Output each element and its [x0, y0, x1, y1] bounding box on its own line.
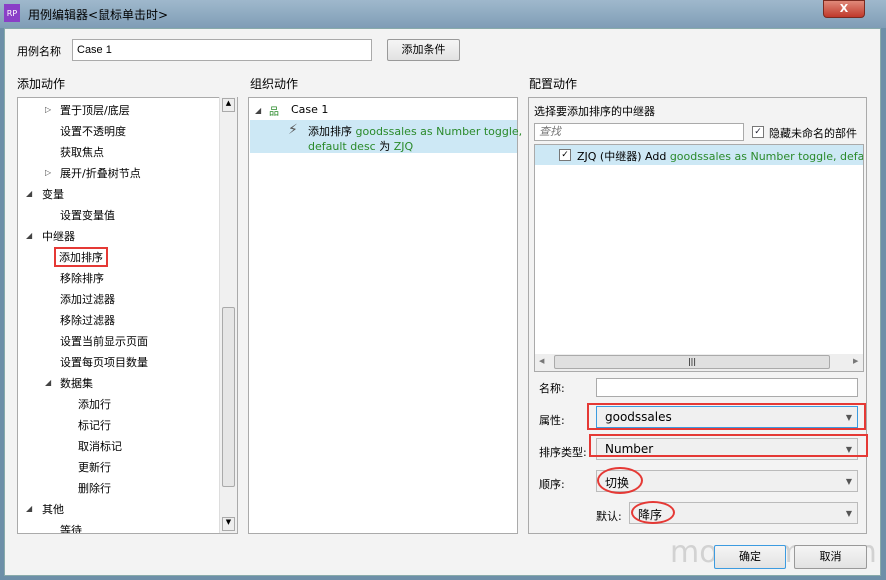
highlight-oval	[597, 467, 643, 494]
sort-type-label: 排序类型:	[539, 446, 587, 459]
repeater-heading: 选择要添加排序的中继器	[534, 105, 655, 118]
action-detail: goodssales as Number toggle,	[355, 125, 523, 138]
window-title: 用例编辑器<鼠标单击时>	[28, 8, 169, 22]
collapse-icon[interactable]: ◢	[26, 504, 32, 513]
horizontal-scrollbar[interactable]: ◀ ||| ▶	[535, 354, 863, 371]
expand-icon[interactable]: ▷	[45, 168, 51, 177]
tree-item[interactable]: 添加排序	[54, 247, 108, 267]
action-detail-2: default desc	[308, 140, 376, 153]
expand-icon[interactable]: ◢	[255, 106, 261, 115]
collapse-icon[interactable]: ◢	[26, 189, 32, 198]
repeater-checkbox[interactable]: ✓	[559, 149, 571, 161]
tree-item[interactable]: 标记行	[78, 417, 111, 433]
search-input[interactable]	[534, 123, 744, 141]
property-label: 属性:	[539, 414, 565, 427]
scroll-right-icon[interactable]: ▶	[853, 357, 858, 365]
action-tree: ▷ 置于顶层/底层 设置不透明度 获取焦点 ▷ 展开/折叠树节点 ◢ 变量设置变量值 ◢ 中继器添…	[17, 97, 238, 534]
case-editor-dialog: 用例名称 添加条件 添加动作 组织动作 配置动作 ▷ 置于顶层/底层设置不透明度获…	[4, 28, 881, 576]
tree-item[interactable]: 添加行	[78, 396, 111, 412]
scroll-left-icon[interactable]: ◀	[539, 357, 544, 365]
configure-action-heading: 配置动作	[529, 77, 578, 91]
tree-item[interactable]: 更新行	[78, 459, 111, 475]
tree-item[interactable]: 数据集	[60, 375, 93, 391]
hide-unnamed-label: 隐藏未命名的部件	[769, 127, 857, 140]
collapse-icon[interactable]: ◢	[45, 378, 51, 387]
name-label: 名称:	[539, 382, 565, 395]
tree-item[interactable]: 添加过滤器	[60, 291, 115, 307]
highlight-box	[589, 434, 868, 457]
tree-item[interactable]: 等待	[60, 522, 82, 533]
organize-panel: ◢ 品 Case 1 ⚡ 添加排序 goodssales as Number t…	[248, 97, 522, 534]
highlight-box	[587, 403, 866, 430]
repeater-list: ✓ ZJQ (中继器) Add goodssales as Number tog…	[534, 144, 864, 372]
highlight-oval	[631, 501, 675, 524]
close-button[interactable]: X	[823, 0, 865, 18]
title-bar: RP 用例编辑器<鼠标单击时> X	[0, 0, 886, 28]
order-label: 顺序:	[539, 478, 565, 491]
chevron-down-icon: ▼	[845, 509, 852, 518]
tree-item[interactable]: 设置每页项目数量	[60, 354, 148, 370]
action-row[interactable]: ⚡ 添加排序 goodssales as Number toggle, defa…	[250, 120, 522, 153]
tree-item[interactable]: 展开/折叠树节点	[60, 165, 141, 181]
repeater-item-label: ZJQ (中继器) Add	[577, 150, 667, 163]
tree-item[interactable]: 设置变量值	[60, 207, 115, 223]
case-label[interactable]: Case 1	[291, 103, 328, 116]
tree-item[interactable]: 取消标记	[78, 438, 122, 454]
configure-panel: 选择要添加排序的中继器 ✓ 隐藏未命名的部件 ✓ ZJQ (中继器) Add g…	[528, 97, 868, 534]
repeater-item-detail: goodssales as Number toggle, default de	[669, 150, 864, 163]
action-name: 添加排序	[308, 125, 352, 138]
hide-unnamed-checkbox[interactable]: ✓	[752, 126, 764, 138]
case-tree-icon: 品	[269, 107, 279, 118]
case-name-input[interactable]	[72, 39, 372, 61]
expand-icon[interactable]: ▷	[45, 105, 51, 114]
tree-item[interactable]: 获取焦点	[60, 144, 104, 160]
action-for: 为	[379, 140, 391, 153]
collapse-icon[interactable]: ◢	[26, 231, 32, 240]
scroll-up-icon[interactable]: ▲	[222, 98, 235, 112]
app-logo-icon: RP	[4, 4, 20, 22]
tree-item[interactable]: 中继器	[42, 228, 75, 244]
organize-action-heading: 组织动作	[250, 77, 299, 91]
lightning-icon: ⚡	[288, 122, 298, 138]
scroll-down-icon[interactable]: ▼	[222, 517, 235, 531]
tree-item[interactable]: 其他	[42, 501, 64, 517]
scroll-thumb-h[interactable]: |||	[554, 355, 830, 369]
ok-button[interactable]: 确定	[714, 545, 786, 569]
action-target: ZJQ	[393, 140, 414, 153]
tree-item[interactable]: 移除过滤器	[60, 312, 115, 328]
tree-item[interactable]: 变量	[42, 186, 64, 202]
chevron-down-icon: ▼	[845, 477, 852, 486]
tree-scrollbar[interactable]: ▲ ▼	[219, 97, 237, 533]
name-input[interactable]	[596, 378, 858, 397]
tree-item[interactable]: 移除排序	[60, 270, 104, 286]
tree-item[interactable]: 设置不透明度	[60, 123, 126, 139]
cancel-button[interactable]: 取消	[794, 545, 867, 569]
add-action-heading: 添加动作	[17, 77, 66, 91]
tree-item[interactable]: 设置当前显示页面	[60, 333, 148, 349]
add-condition-button[interactable]: 添加条件	[387, 39, 460, 61]
repeater-item[interactable]: ✓ ZJQ (中继器) Add goodssales as Number tog…	[535, 145, 864, 165]
case-name-label: 用例名称	[17, 45, 61, 58]
default-label: 默认:	[596, 510, 622, 523]
scroll-thumb[interactable]	[222, 307, 235, 487]
tree-item[interactable]: 置于顶层/底层	[60, 102, 130, 118]
tree-item[interactable]: 删除行	[78, 480, 111, 496]
